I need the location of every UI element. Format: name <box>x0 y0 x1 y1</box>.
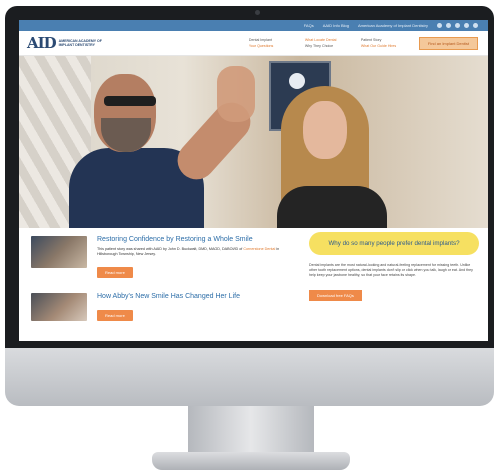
monitor-stand <box>188 406 314 456</box>
topbar-link-blog[interactable]: AAID Info Blog <box>323 23 349 28</box>
faq-callout: Why do so many people prefer dental impl… <box>309 232 479 255</box>
read-more-button[interactable]: Read more <box>97 310 133 321</box>
nav-item[interactable]: What Our Guide Hires <box>361 44 411 48</box>
nav-item[interactable]: Dental Implant <box>249 38 299 42</box>
post-excerpt-start: This patient story was shared with AAID … <box>97 247 244 251</box>
moon-shape <box>289 73 305 89</box>
nav-item[interactable]: Why They Choice <box>305 44 355 48</box>
sidebar: Why do so many people prefer dental impl… <box>309 232 479 302</box>
blog-post: Restoring Confidence by Restoring a Whol… <box>31 236 296 279</box>
post-body: How Abby's New Smile Has Changed Her Lif… <box>97 293 296 322</box>
website-screen: FAQs AAID Info Blog American Academy of … <box>19 20 488 341</box>
logo-mark: AID <box>27 34 57 52</box>
nav-item[interactable]: What Locate Dental <box>305 38 355 42</box>
topbar-link-faqs[interactable]: FAQs <box>304 23 314 28</box>
utility-bar: FAQs AAID Info Blog American Academy of … <box>19 20 488 31</box>
hero-woman-top <box>277 186 387 228</box>
topbar-link-academy[interactable]: American Academy of Implant Dentistry <box>358 23 428 28</box>
hero-photo <box>19 56 488 228</box>
email-icon[interactable] <box>437 23 442 28</box>
download-faqs-button[interactable]: Download free FAQs <box>309 290 362 301</box>
site-header: AID AMERICAN ACADEMY OF IMPLANT DENTISTR… <box>19 31 488 56</box>
read-more-button[interactable]: Read more <box>97 267 133 278</box>
post-title[interactable]: Restoring Confidence by Restoring a Whol… <box>97 236 296 243</box>
twitter-icon[interactable] <box>464 23 469 28</box>
find-dentist-button[interactable]: Find an Implant Dentist <box>418 36 478 50</box>
hero-man-glasses <box>104 96 156 106</box>
sidebar-text: Dental implants are the most natural-loo… <box>309 263 473 277</box>
post-title[interactable]: How Abby's New Smile Has Changed Her Lif… <box>97 293 296 300</box>
site-logo[interactable]: AID AMERICAN ACADEMY OF IMPLANT DENTISTR… <box>27 34 107 52</box>
monitor-chin <box>5 348 494 406</box>
post-thumbnail[interactable] <box>31 236 87 268</box>
blog-post: How Abby's New Smile Has Changed Her Lif… <box>31 293 296 322</box>
post-body: Restoring Confidence by Restoring a Whol… <box>97 236 296 279</box>
facebook-icon[interactable] <box>446 23 451 28</box>
monitor-base <box>152 452 350 470</box>
nav-item[interactable]: Patient Story <box>361 38 411 42</box>
computer-monitor: FAQs AAID Info Blog American Academy of … <box>0 0 500 476</box>
main-nav: Dental Implant What Locate Dental Patien… <box>249 38 411 48</box>
youtube-icon[interactable] <box>455 23 460 28</box>
nav-item[interactable]: Your Questions <box>249 44 299 48</box>
post-excerpt: This patient story was shared with AAID … <box>97 247 296 257</box>
hero-woman-face <box>303 101 347 159</box>
high-five-hands <box>217 66 255 122</box>
social-icons <box>437 23 478 28</box>
post-thumbnail[interactable] <box>31 293 87 321</box>
logo-text: AMERICAN ACADEMY OF IMPLANT DENTISTRY <box>58 39 102 47</box>
webcam-icon <box>255 10 260 15</box>
pinterest-icon[interactable] <box>473 23 478 28</box>
blog-list: Restoring Confidence by Restoring a Whol… <box>31 236 296 336</box>
post-excerpt-link[interactable]: Cornerstone Dental <box>243 247 275 251</box>
